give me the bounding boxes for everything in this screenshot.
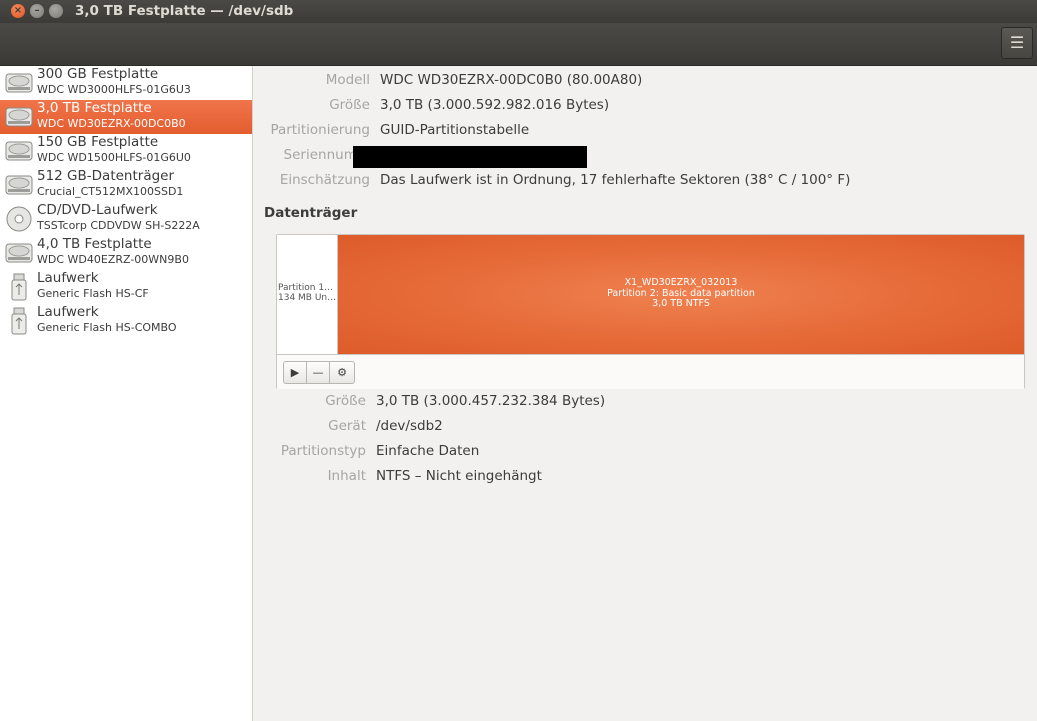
size-value: 3,0 TB (3.000.592.982.016 Bytes) xyxy=(380,97,610,113)
sidebar-drive-item[interactable]: 3,0 TB Festplatte WDC WD30EZRX-00DC0B0 xyxy=(0,100,252,134)
content-value: NTFS – Nicht eingehängt xyxy=(376,468,542,484)
sidebar-drive-item[interactable]: 4,0 TB Festplatte WDC WD40EZRZ-00WN9B0 xyxy=(0,236,252,270)
close-icon: × xyxy=(13,5,23,16)
sidebar-drive-item[interactable]: 300 GB Festplatte WDC WD3000HLFS-01G6U3 xyxy=(0,66,252,100)
device-label: Gerät xyxy=(328,418,366,434)
mount-button[interactable]: ▶ xyxy=(283,361,307,384)
partition-2-label: X1_WD30EZRX_032013 xyxy=(624,277,738,288)
partition-size-value: 3,0 TB (3.000.457.232.384 Bytes) xyxy=(376,393,606,409)
partition-type-value: Einfache Daten xyxy=(376,443,480,459)
drive-model: WDC WD30EZRX-00DC0B0 xyxy=(37,117,186,130)
usb-drive-icon xyxy=(4,307,34,335)
header-toolbar: ☰ xyxy=(0,23,1037,66)
drive-list-sidebar: 300 GB Festplatte WDC WD3000HLFS-01G6U3 3,… xyxy=(0,66,253,721)
hard-disk-icon xyxy=(4,103,34,131)
drive-name: 4,0 TB Festplatte xyxy=(37,236,152,252)
minimize-window-button[interactable]: – xyxy=(30,4,44,18)
volume-map: Partition 1… 134 MB Un… X1_WD30EZRX_0320… xyxy=(276,234,1025,389)
sidebar-drive-item[interactable]: 512 GB-Datenträger Crucial_CT512MX100SSD1 xyxy=(0,168,252,202)
sidebar-drive-item[interactable]: 150 GB Festplatte WDC WD1500HLFS-01G6U0 xyxy=(0,134,252,168)
hard-disk-icon xyxy=(4,69,34,97)
play-icon: ▶ xyxy=(290,366,300,379)
drive-details-panel: Modell WDC WD30EZRX-00DC0B0 (80.00A80) G… xyxy=(253,66,1037,721)
partitioning-value: GUID-Partitionstabelle xyxy=(380,122,530,138)
hard-disk-icon xyxy=(4,239,34,267)
usb-drive-icon xyxy=(4,273,34,301)
drive-model: Generic Flash HS-COMBO xyxy=(37,321,177,334)
device-value: /dev/sdb2 xyxy=(376,418,443,434)
partition-1-size: 134 MB Un… xyxy=(278,293,337,303)
sidebar-drive-item[interactable]: Laufwerk Generic Flash HS-CF xyxy=(0,270,252,304)
partition-type-label: Partitionstyp xyxy=(280,443,366,459)
drive-model: Generic Flash HS-CF xyxy=(37,287,149,300)
volumes-heading: Datenträger xyxy=(264,205,358,221)
drive-name: Laufwerk xyxy=(37,304,99,320)
model-value: WDC WD30EZRX-00DC0B0 (80.00A80) xyxy=(380,72,643,88)
assessment-label: Einschätzung xyxy=(279,172,370,188)
drive-model: WDC WD1500HLFS-01G6U0 xyxy=(37,151,191,164)
partitioning-label: Partitionierung xyxy=(270,122,370,138)
partition-2-block[interactable]: X1_WD30EZRX_032013 Partition 2: Basic da… xyxy=(338,235,1024,354)
optical-disc-icon xyxy=(4,205,34,233)
minimize-icon: – xyxy=(34,5,40,16)
hard-disk-icon xyxy=(4,171,34,199)
window-title: 3,0 TB Festplatte — /dev/sdb xyxy=(75,3,294,19)
drive-model: WDC WD40EZRZ-00WN9B0 xyxy=(37,253,189,266)
sidebar-drive-item[interactable]: CD/DVD-Laufwerk TSSTcorp CDDVDW SH-S222A xyxy=(0,202,252,236)
partition-1-label: Partition 1… xyxy=(278,283,334,293)
gears-icon: ⚙ xyxy=(337,366,347,379)
hard-disk-icon xyxy=(4,137,34,165)
menu-button[interactable]: ☰ xyxy=(1001,27,1033,59)
drive-name: 3,0 TB Festplatte xyxy=(37,100,152,116)
serial-redaction xyxy=(353,146,587,168)
drive-name: 512 GB-Datenträger xyxy=(37,168,175,184)
model-label: Modell xyxy=(325,72,370,88)
sidebar-drive-item[interactable]: Laufwerk Generic Flash HS-COMBO xyxy=(0,304,252,338)
partition-2-size: 3,0 TB NTFS xyxy=(652,298,710,309)
content-label: Inhalt xyxy=(327,468,366,484)
partition-size-label: Größe xyxy=(325,393,366,409)
assessment-value: Das Laufwerk ist in Ordnung, 17 fehlerha… xyxy=(380,172,851,188)
size-label: Größe xyxy=(329,97,370,113)
hamburger-menu-icon: ☰ xyxy=(1009,33,1025,52)
drive-name: CD/DVD-Laufwerk xyxy=(37,202,158,218)
drive-model: TSSTcorp CDDVDW SH-S222A xyxy=(37,219,200,232)
partition-1-block[interactable]: Partition 1… 134 MB Un… xyxy=(277,235,338,354)
drive-name: Laufwerk xyxy=(37,270,99,286)
close-window-button[interactable]: × xyxy=(11,4,25,18)
minus-icon: — xyxy=(312,366,324,379)
title-bar: × – 3,0 TB Festplatte — /dev/sdb xyxy=(0,0,1037,23)
drive-model: WDC WD3000HLFS-01G6U3 xyxy=(37,83,191,96)
drive-model: Crucial_CT512MX100SSD1 xyxy=(37,185,184,198)
drive-name: 150 GB Festplatte xyxy=(37,134,159,150)
drive-name: 300 GB Festplatte xyxy=(37,66,159,82)
delete-partition-button[interactable]: — xyxy=(307,361,330,384)
maximize-window-button[interactable] xyxy=(49,4,63,18)
partition-settings-button[interactable]: ⚙ xyxy=(330,361,355,384)
partition-toolbar: ▶ — ⚙ xyxy=(277,354,1024,389)
